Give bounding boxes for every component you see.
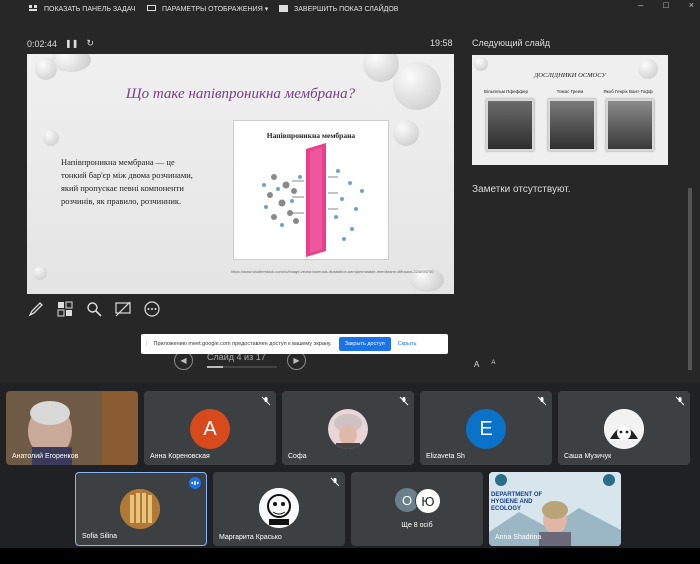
presenter-tools (27, 300, 160, 317)
clock: 19:58 (430, 38, 453, 48)
participant-avatar: E (466, 409, 506, 449)
water-drop-decoration (33, 266, 47, 280)
presenter-view: ПОКАЗАТЬ ПАНЕЛЬ ЗАДАЧ ПАРАМЕТРЫ ОТОБРАЖЕ… (0, 0, 700, 383)
participant-tile[interactable]: Саша Музичук (558, 391, 690, 465)
participant-name: Анна Кореновская (150, 453, 210, 460)
drag-handle-icon[interactable]: ⁞ (146, 341, 148, 347)
timer: 0:02:44 ❚❚ ↻ (27, 38, 94, 49)
display-settings-button[interactable]: ПАРАМЕТРЫ ОТОБРАЖЕНИЯ ▾ (146, 5, 268, 13)
participant-avatar: А (190, 409, 230, 449)
restart-icon[interactable]: ↻ (86, 38, 94, 49)
end-slideshow-icon (278, 5, 288, 13)
show-taskbar-label: ПОКАЗАТЬ ПАНЕЛЬ ЗАДАЧ (44, 5, 136, 13)
muted-mic-icon (399, 396, 409, 406)
researcher-portrait (486, 99, 534, 151)
participant-tile[interactable]: А Анна Кореновская (144, 391, 276, 465)
elapsed-time: 0:02:44 (27, 38, 58, 49)
end-slideshow-button[interactable]: ЗАВЕРШИТЬ ПОКАЗ СЛАЙДОВ (278, 5, 398, 13)
membrane-diagram (262, 143, 364, 257)
taskbar-icon (28, 5, 38, 13)
participant-name: Маргарита Красько (219, 534, 282, 541)
participant-name: Софа (288, 453, 307, 460)
water-drop-decoration (43, 130, 59, 146)
display-settings-label: ПАРАМЕТРЫ ОТОБРАЖЕНИЯ ▾ (162, 6, 269, 13)
slide-body-text: Напівпроникна мембрана — це тонкий бар'є… (61, 157, 193, 206)
water-drop-decoration (393, 120, 419, 146)
participant-avatar: Ю (415, 488, 441, 514)
muted-mic-icon (261, 396, 271, 406)
black-screen-icon[interactable] (114, 300, 131, 317)
department-logo-text: DEPARTMENT OF HYGIENE AND ECOLOGY (491, 492, 543, 512)
participant-tile[interactable]: Маргарита Красько (213, 472, 345, 546)
participant-avatar (259, 488, 299, 528)
hide-banner-link[interactable]: Скрыть (398, 341, 417, 347)
membrane-figure: Напівпроникна мембрана (233, 120, 389, 260)
all-slides-icon[interactable] (56, 300, 73, 317)
close-button[interactable]: × (689, 0, 694, 10)
image-source: https://www.shutterstock.com/ru/image-ve… (231, 269, 434, 274)
bottom-bar (0, 548, 700, 564)
slide-title: Що таке напівпроникна мембрана? (125, 86, 356, 102)
show-taskbar-button[interactable]: ПОКАЗАТЬ ПАНЕЛЬ ЗАДАЧ (28, 5, 136, 13)
next-slide-title: ДОСЛІДНИКИ ОСМОСУ (534, 72, 606, 79)
maximize-button[interactable]: □ (663, 0, 668, 10)
participant-tile[interactable]: Софа (282, 391, 414, 465)
muted-mic-icon (330, 477, 340, 487)
minimize-button[interactable]: – (638, 0, 643, 10)
water-drop-decoration (51, 54, 91, 72)
zoom-icon[interactable] (85, 300, 102, 317)
researcher-portrait (548, 99, 596, 151)
presenter-toolbar: ПОКАЗАТЬ ПАНЕЛЬ ЗАДАЧ ПАРАМЕТРЫ ОТОБРАЖЕ… (0, 0, 700, 20)
participant-avatar (120, 489, 160, 529)
share-banner-text: Приложению meet.google.com предоставлен … (153, 341, 332, 347)
font-increase-button[interactable]: A (474, 360, 479, 369)
pause-icon[interactable]: ❚❚ (65, 39, 78, 48)
researcher-portrait (606, 99, 654, 151)
participant-name: Саша Музичук (564, 453, 612, 460)
screen-share-banner: ⁞ Приложению meet.google.com предоставле… (141, 334, 448, 354)
more-options-icon[interactable] (143, 300, 160, 317)
water-drop-decoration (474, 57, 488, 71)
notes-font-controls: A A (474, 360, 495, 369)
more-participants-tile[interactable]: О Ю Ще 8 осіб (351, 472, 483, 546)
current-slide: Що таке напівпроникна мембрана? Напівпро… (27, 54, 454, 294)
muted-mic-icon (537, 396, 547, 406)
participant-name: Elizaveta Sh (426, 453, 465, 460)
more-participants-label: Ще 8 осіб (401, 522, 433, 529)
participant-tile-speaking[interactable]: Sofia Silina (75, 472, 207, 546)
next-slide-label: Следующий слайд (472, 38, 551, 48)
participant-name: Анатолий Егоренков (12, 453, 79, 460)
muted-mic-icon (675, 396, 685, 406)
next-slide-preview[interactable]: ДОСЛІДНИКИ ОСМОСУ Вільгельм Пфеффер Тома… (472, 55, 668, 165)
notes-scrollbar[interactable] (688, 188, 692, 370)
stop-sharing-button[interactable]: Закрыть доступ (338, 337, 391, 351)
end-slideshow-label: ЗАВЕРШИТЬ ПОКАЗ СЛАЙДОВ (294, 5, 399, 13)
participant-avatar (604, 409, 644, 449)
researcher-name: Вільгельм Пфеффер (483, 89, 529, 94)
font-decrease-button[interactable]: A (491, 360, 495, 369)
speaking-indicator-icon (189, 477, 201, 489)
researcher-name: Томас Греем (556, 89, 584, 94)
slide-progress-bar (207, 366, 277, 368)
window-controls: – □ × (638, 0, 694, 10)
participant-avatar (328, 409, 368, 449)
participant-tile[interactable]: DEPARTMENT OF HYGIENE AND ECOLOGY Anna S… (489, 472, 621, 546)
pen-tool-icon[interactable] (27, 300, 44, 317)
participant-tile[interactable]: E Elizaveta Sh (420, 391, 552, 465)
participant-name: Anna Shadrina (495, 534, 542, 541)
speaker-notes: Заметки отсутствуют. (472, 184, 571, 195)
participant-tile[interactable]: Анатолий Егоренков (6, 391, 138, 465)
participant-name: Sofia Silina (82, 533, 118, 540)
researcher-name: Якоб Генріх Вант-Гофф (603, 89, 653, 94)
display-settings-icon (146, 5, 156, 13)
